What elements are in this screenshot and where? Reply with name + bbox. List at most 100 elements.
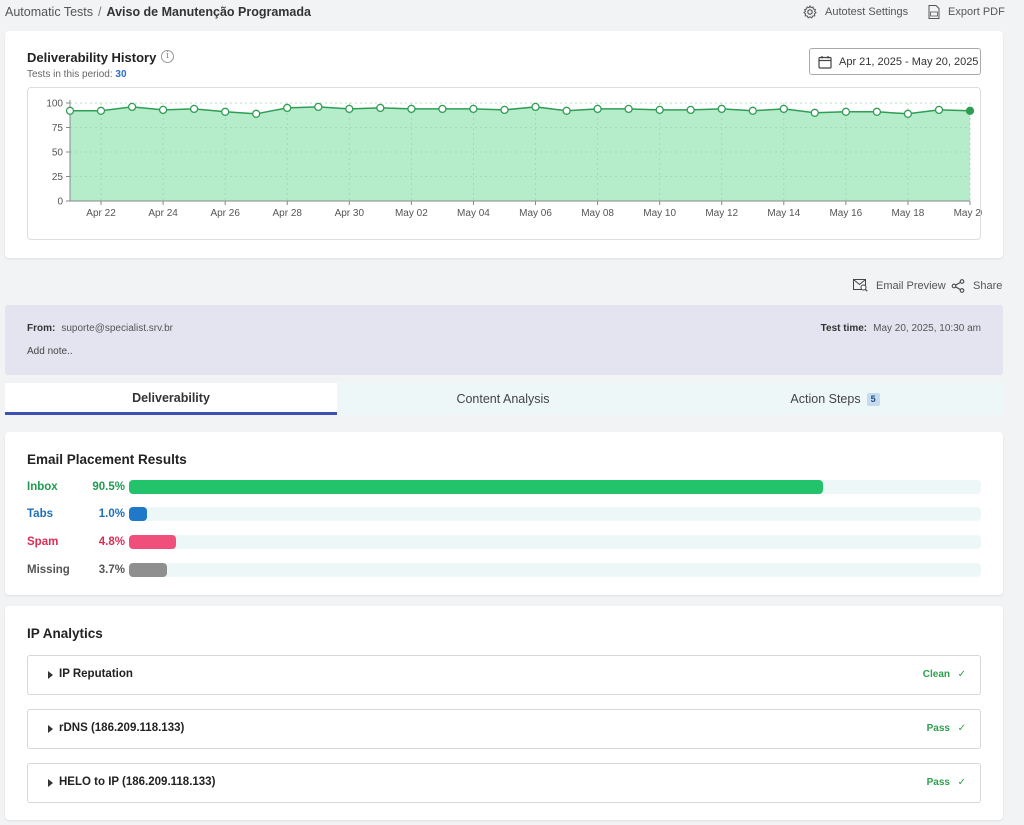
data-point bbox=[376, 103, 385, 113]
x-tick-label: May 04 bbox=[457, 208, 490, 219]
date-range-value: Apr 21, 2025 - May 20, 2025 bbox=[839, 55, 979, 68]
x-tick-label: Apr 28 bbox=[273, 208, 303, 219]
data-point bbox=[841, 107, 851, 116]
placement-bar-track bbox=[129, 535, 981, 549]
share-button[interactable]: Share bbox=[951, 279, 1002, 293]
data-point bbox=[593, 104, 602, 114]
placement-label: Inbox bbox=[27, 481, 58, 493]
data-point bbox=[903, 109, 913, 118]
from-label: From: bbox=[27, 323, 56, 334]
y-tick-label: 50 bbox=[52, 148, 64, 159]
checkmark-icon: ✓ bbox=[957, 723, 966, 734]
x-tick-label: Apr 30 bbox=[335, 208, 365, 219]
x-tick-label: May 10 bbox=[643, 208, 676, 219]
from-address: suporte@specialist.srv.br bbox=[61, 323, 174, 334]
breadcrumb-current: Aviso de Manutenção Programada bbox=[106, 5, 311, 19]
autotest-settings-label: Autotest Settings bbox=[825, 6, 909, 18]
placement-title: Email Placement Results bbox=[27, 452, 187, 467]
placement-row-spam: Spam 4.8% bbox=[27, 535, 981, 549]
y-tick-label: 75 bbox=[52, 123, 64, 134]
placement-value: 4.8% bbox=[98, 536, 125, 548]
email-placement-card: Email Placement Results Inbox 90.5% Tabs 1.… bbox=[5, 432, 1003, 595]
placement-label: Missing bbox=[27, 564, 70, 576]
x-tick-label: May 14 bbox=[767, 208, 800, 219]
placement-bar-fill bbox=[129, 507, 147, 521]
data-point bbox=[717, 104, 726, 114]
x-tick-label: Apr 22 bbox=[86, 208, 116, 219]
ip-check-row[interactable]: HELO to IP (186.209.118.133) Pass ✓ bbox=[27, 763, 981, 803]
tests-count: 30 bbox=[115, 69, 127, 80]
data-point bbox=[500, 105, 509, 115]
autotest-settings-button[interactable]: Autotest Settings bbox=[803, 5, 908, 19]
x-tick-label: May 06 bbox=[519, 208, 552, 219]
data-point bbox=[779, 104, 788, 114]
data-point bbox=[934, 105, 944, 115]
tab-action-steps[interactable]: Action Steps 5 bbox=[669, 383, 1001, 415]
caret-right-icon bbox=[48, 725, 53, 733]
placement-value: 3.7% bbox=[98, 564, 125, 576]
ip-check-status: Pass bbox=[926, 723, 950, 734]
placement-bar-fill bbox=[129, 480, 823, 494]
y-tick-label: 0 bbox=[57, 197, 63, 208]
gear-icon bbox=[803, 5, 817, 19]
add-note-button[interactable]: Add note.. bbox=[27, 346, 73, 357]
ip-check-row[interactable]: IP Reputation Clean ✓ bbox=[27, 655, 981, 695]
email-preview-button[interactable]: Email Preview bbox=[853, 279, 946, 292]
share-icon bbox=[951, 279, 965, 293]
from-field: From: suporte@specialist.srv.br bbox=[27, 323, 173, 334]
export-pdf-label: Export PDF bbox=[948, 6, 1005, 18]
tests-in-period: Tests in this period: 30 bbox=[27, 69, 127, 80]
tab-label: Action Steps bbox=[790, 392, 861, 406]
email-preview-label: Email Preview bbox=[876, 279, 946, 292]
x-tick-label: Apr 26 bbox=[210, 208, 240, 219]
data-point bbox=[748, 106, 757, 115]
placement-label: Tabs bbox=[27, 508, 53, 520]
test-meta-panel: From: suporte@specialist.srv.br Add note.… bbox=[5, 305, 1003, 375]
tab-label: Content Analysis bbox=[456, 392, 550, 406]
placement-bar-track bbox=[129, 563, 981, 577]
history-title: Deliverability History bbox=[27, 50, 157, 65]
x-tick-label: May 20 bbox=[954, 208, 982, 219]
x-tick-label: May 16 bbox=[829, 208, 862, 219]
data-point bbox=[965, 106, 975, 115]
test-time-field: Test time: May 20, 2025, 10:30 am bbox=[821, 323, 981, 334]
x-tick-label: May 08 bbox=[581, 208, 614, 219]
date-range-picker[interactable]: Apr 21, 2025 - May 20, 2025 bbox=[809, 48, 981, 75]
data-point bbox=[96, 106, 106, 115]
breadcrumb-separator: / bbox=[98, 5, 102, 19]
export-pdf-button[interactable]: Export PDF bbox=[928, 5, 1005, 19]
placement-bar-fill bbox=[129, 535, 176, 549]
data-point bbox=[252, 109, 261, 118]
data-point bbox=[624, 104, 633, 114]
data-point bbox=[221, 107, 230, 116]
data-point bbox=[407, 104, 416, 114]
deliverability-history-card: Deliverability History i Tests in this p… bbox=[5, 31, 1003, 258]
data-point bbox=[872, 107, 882, 116]
data-point bbox=[469, 104, 478, 114]
placement-row-missing: Missing 3.7% bbox=[27, 563, 981, 577]
ip-check-label: rDNS (186.209.118.133) bbox=[59, 722, 185, 734]
x-tick-label: May 02 bbox=[395, 208, 428, 219]
caret-right-icon bbox=[48, 779, 53, 787]
breadcrumb-parent[interactable]: Automatic Tests bbox=[5, 5, 93, 19]
checkmark-icon: ✓ bbox=[957, 669, 966, 680]
info-icon[interactable]: i bbox=[161, 50, 174, 63]
top-bar: Automatic Tests / Aviso de Manutenção Prog… bbox=[0, 0, 1024, 26]
data-point bbox=[810, 108, 819, 117]
data-point bbox=[283, 103, 292, 113]
email-preview-icon bbox=[853, 279, 868, 292]
ip-check-status: Clean bbox=[922, 669, 950, 680]
ip-check-label: HELO to IP (186.209.118.133) bbox=[59, 776, 216, 788]
x-tick-label: Apr 24 bbox=[148, 208, 178, 219]
tab-content-analysis[interactable]: Content Analysis bbox=[337, 383, 669, 415]
data-point bbox=[314, 102, 323, 112]
ip-check-row[interactable]: rDNS (186.209.118.133) Pass ✓ bbox=[27, 709, 981, 749]
ip-analytics-card: IP Analytics IP Reputation Clean ✓ rDNS (18… bbox=[5, 606, 1003, 820]
share-label: Share bbox=[973, 280, 1003, 292]
tab-deliverability[interactable]: Deliverability bbox=[5, 383, 337, 415]
placement-bar-fill bbox=[129, 563, 167, 577]
checkmark-icon: ✓ bbox=[957, 777, 966, 788]
series-area bbox=[70, 106, 970, 201]
data-point bbox=[127, 102, 137, 112]
data-point bbox=[655, 105, 664, 115]
